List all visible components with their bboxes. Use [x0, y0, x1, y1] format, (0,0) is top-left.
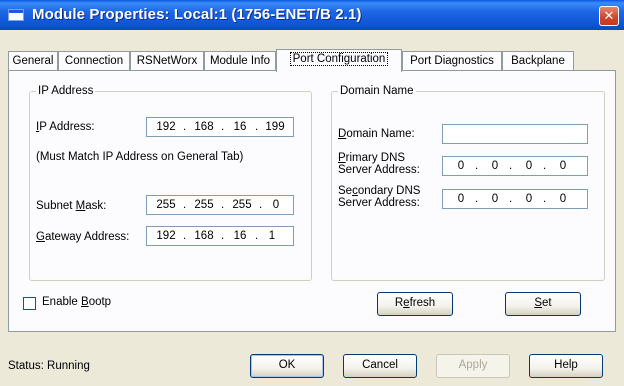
domain-name-group: Domain Name Domain Name: Primary DNS Serv… — [331, 85, 605, 281]
ip-octet: 0 — [457, 160, 465, 172]
refresh-button[interactable]: Refresh — [377, 292, 453, 316]
secondary-dns-field[interactable]: 0 . 0 . 0 . 0 — [442, 189, 588, 209]
ip-octet: 0 — [272, 199, 280, 211]
subnet-mask-field[interactable]: 255 . 255 . 255 . 0 — [146, 195, 294, 215]
status-value: Running — [47, 360, 90, 372]
ip-octet: 0 — [525, 193, 533, 205]
ip-address-field[interactable]: 192 . 168 . 16 . 199 — [146, 117, 294, 137]
window-icon — [8, 9, 24, 21]
set-button[interactable]: Set — [505, 292, 581, 316]
ip-octet: 199 — [265, 121, 285, 133]
ok-button[interactable]: OK — [250, 354, 324, 378]
ip-octet: 0 — [559, 160, 567, 172]
ip-dot: . — [543, 160, 547, 172]
tab-backplane[interactable]: Backplane — [502, 51, 574, 71]
ip-dot: . — [221, 199, 225, 211]
tab-general[interactable]: General — [8, 51, 58, 71]
apply-button[interactable]: Apply — [436, 354, 510, 378]
ip-dot: . — [255, 230, 259, 242]
tab-label: Port Diagnostics — [410, 55, 494, 67]
tab-port-configuration[interactable]: Port Configuration — [276, 49, 402, 72]
domain-name-label: Domain Name: — [338, 128, 415, 140]
ip-octet: 255 — [156, 199, 176, 211]
tab-label: Connection — [64, 55, 124, 67]
tab-label: General — [12, 55, 54, 67]
ip-dot: . — [509, 193, 513, 205]
ip-octet: 0 — [559, 193, 567, 205]
ip-dot: . — [221, 230, 225, 242]
ip-octet: 255 — [194, 199, 214, 211]
ip-dot: . — [475, 160, 479, 172]
tab-port-diagnostics[interactable]: Port Diagnostics — [402, 51, 502, 71]
domain-name-field[interactable] — [442, 124, 588, 144]
ip-octet: 0 — [525, 160, 533, 172]
status-text: Status: Running — [8, 360, 90, 372]
domain-name-group-legend: Domain Name — [338, 85, 416, 97]
gateway-address-field[interactable]: 192 . 168 . 16 . 1 — [146, 226, 294, 246]
tab-label: RSNetWorx — [136, 55, 198, 67]
ip-octet: 1 — [268, 230, 276, 242]
tab-module-info[interactable]: Module Info — [204, 51, 276, 71]
ip-octet: 192 — [156, 121, 176, 133]
tab-label: Port Configuration — [289, 52, 389, 66]
ip-dot: . — [509, 160, 513, 172]
ip-octet: 192 — [156, 230, 176, 242]
ip-octet: 0 — [457, 193, 465, 205]
ip-match-note: (Must Match IP Address on General Tab) — [36, 151, 244, 163]
ip-address-group-legend: IP Address — [36, 85, 96, 97]
enable-bootp-label[interactable]: Enable Bootp — [42, 296, 111, 308]
tab-label: Module Info — [209, 55, 271, 67]
ip-octet: 255 — [232, 199, 252, 211]
ip-dot: . — [183, 230, 187, 242]
window-title: Module Properties: Local:1 (1756-ENET/B … — [32, 6, 362, 23]
close-icon: ✕ — [603, 8, 615, 23]
ip-dot: . — [259, 199, 263, 211]
ip-address-group: IP Address IP Address: 192 . 168 . 16 . … — [29, 85, 312, 281]
dialog-body: General Connection RSNetWorx Module Info… — [0, 30, 624, 386]
enable-bootp-checkbox[interactable] — [23, 297, 36, 310]
close-button[interactable]: ✕ — [599, 6, 619, 26]
ip-octet: 16 — [233, 230, 247, 242]
tab-rsnetworx[interactable]: RSNetWorx — [130, 51, 204, 71]
ip-dot: . — [543, 193, 547, 205]
help-button[interactable]: Help — [529, 354, 603, 378]
ip-octet: 0 — [491, 193, 499, 205]
tab-connection[interactable]: Connection — [58, 51, 130, 71]
cancel-button[interactable]: Cancel — [343, 354, 417, 378]
title-bar: Module Properties: Local:1 (1756-ENET/B … — [0, 0, 624, 30]
tab-label: Backplane — [511, 55, 565, 67]
ip-octet: 168 — [194, 121, 214, 133]
secondary-dns-label: Secondary DNS Server Address: — [338, 185, 421, 209]
ip-dot: . — [183, 199, 187, 211]
ip-dot: . — [221, 121, 225, 133]
primary-dns-field[interactable]: 0 . 0 . 0 . 0 — [442, 156, 588, 176]
ip-dot: . — [475, 193, 479, 205]
gateway-address-label: Gateway Address: — [36, 231, 130, 243]
ip-dot: . — [255, 121, 259, 133]
ip-octet: 16 — [233, 121, 247, 133]
ip-dot: . — [183, 121, 187, 133]
ip-octet: 0 — [491, 160, 499, 172]
port-configuration-panel: IP Address IP Address: 192 . 168 . 16 . … — [8, 70, 616, 332]
primary-dns-label: Primary DNS Server Address: — [338, 152, 420, 176]
subnet-mask-label: Subnet Mask: — [36, 200, 107, 212]
ip-octet: 168 — [194, 230, 214, 242]
ip-address-label: IP Address: — [36, 121, 95, 133]
